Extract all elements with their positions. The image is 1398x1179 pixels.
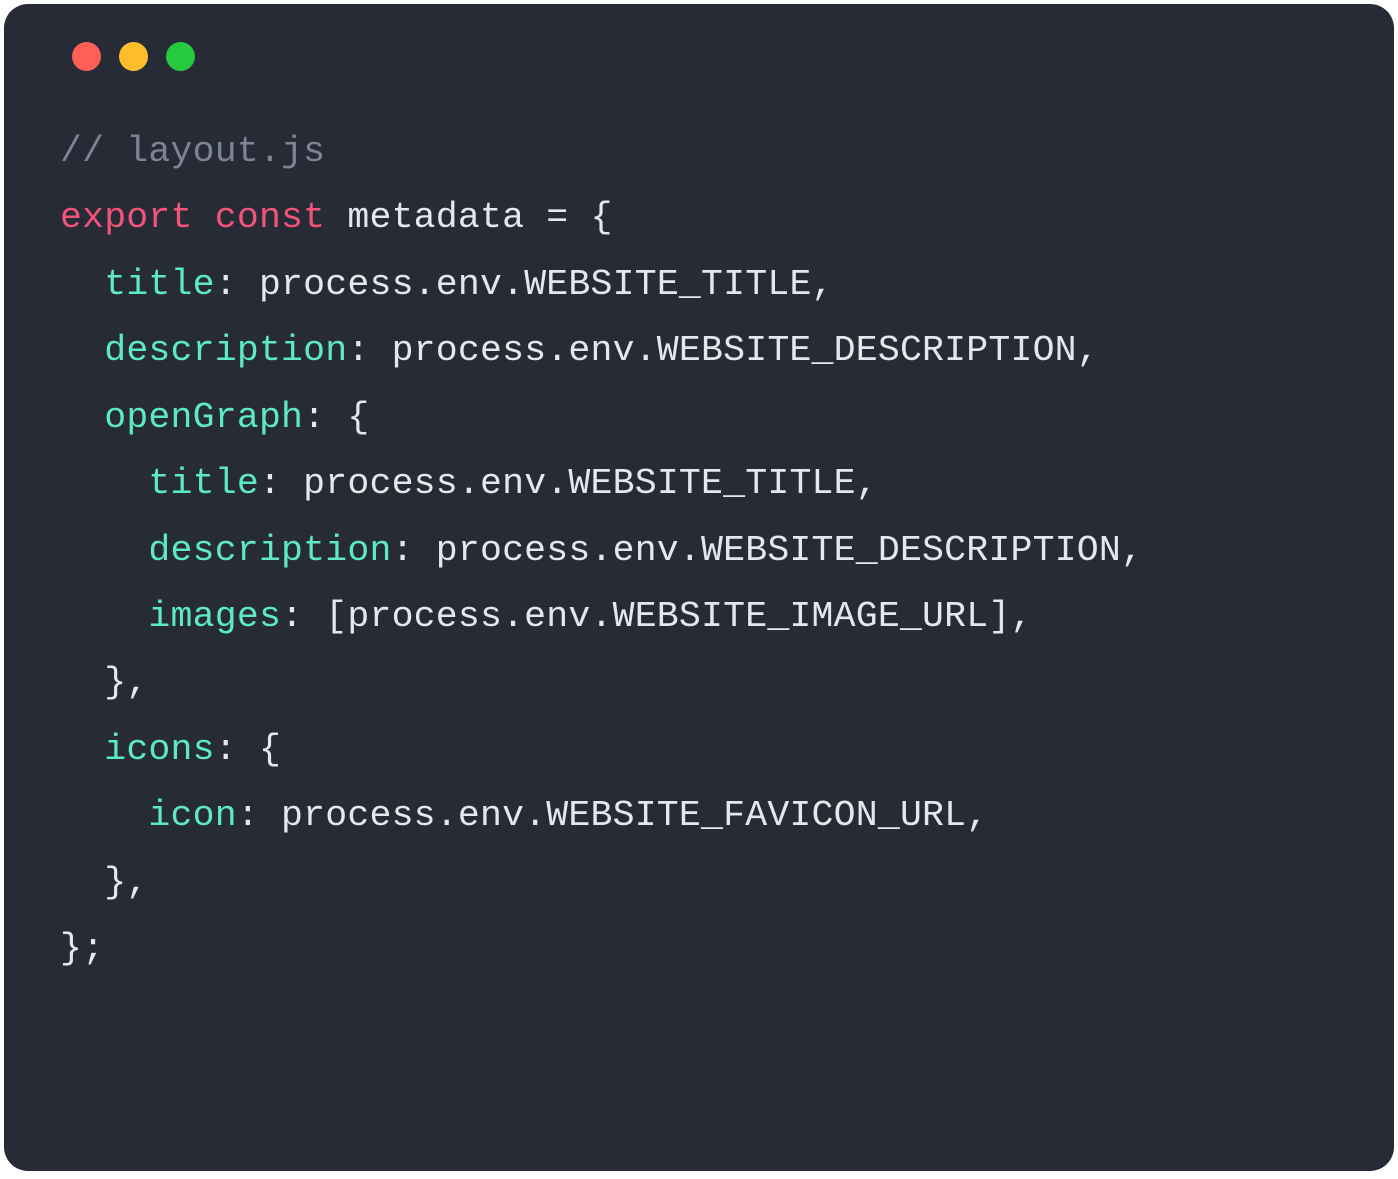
- indent: [60, 397, 104, 438]
- indent: [60, 330, 104, 371]
- code-comment: // layout.js: [60, 131, 325, 172]
- code-text: : {: [303, 397, 369, 438]
- property-title: title: [148, 463, 259, 504]
- code-text: },: [60, 662, 148, 703]
- indent: [60, 463, 148, 504]
- code-text: : {: [215, 729, 281, 770]
- property-description: description: [104, 330, 347, 371]
- property-opengraph: openGraph: [104, 397, 303, 438]
- code-text: : process.env.WEBSITE_DESCRIPTION,: [347, 330, 1099, 371]
- code-text: : [process.env.WEBSITE_IMAGE_URL],: [281, 596, 1033, 637]
- close-icon[interactable]: [72, 42, 101, 71]
- indent: [60, 795, 148, 836]
- code-text: : process.env.WEBSITE_DESCRIPTION,: [392, 530, 1144, 571]
- code-text: metadata = {: [325, 197, 612, 238]
- keyword-const: const: [215, 197, 326, 238]
- indent: [60, 729, 104, 770]
- indent: [60, 596, 148, 637]
- minimize-icon[interactable]: [119, 42, 148, 71]
- code-window: // layout.js export const metadata = { t…: [4, 4, 1394, 1171]
- code-text: : process.env.WEBSITE_TITLE,: [215, 264, 834, 305]
- code-block: // layout.js export const metadata = { t…: [60, 119, 1338, 982]
- keyword-export: export: [60, 197, 193, 238]
- property-icon: icon: [148, 795, 236, 836]
- window-controls: [72, 42, 1338, 71]
- maximize-icon[interactable]: [166, 42, 195, 71]
- property-images: images: [148, 596, 281, 637]
- code-text: };: [60, 928, 104, 969]
- property-icons: icons: [104, 729, 215, 770]
- property-description: description: [148, 530, 391, 571]
- code-text: },: [60, 862, 148, 903]
- indent: [60, 530, 148, 571]
- indent: [60, 264, 104, 305]
- code-text: : process.env.WEBSITE_FAVICON_URL,: [237, 795, 989, 836]
- property-title: title: [104, 264, 215, 305]
- code-text: : process.env.WEBSITE_TITLE,: [259, 463, 878, 504]
